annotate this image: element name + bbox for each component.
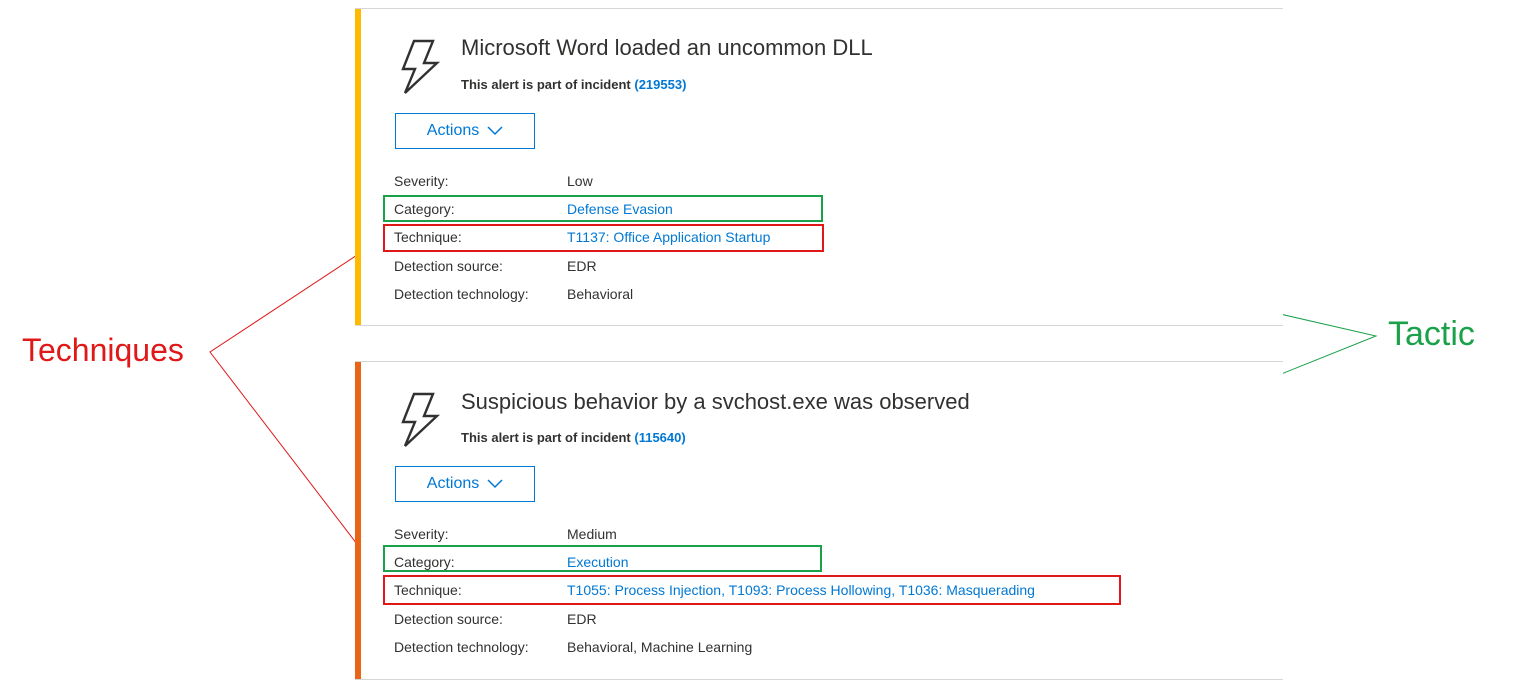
incident-reference: This alert is part of incident (115640) xyxy=(461,430,686,445)
chevron-down-icon xyxy=(487,479,503,489)
incident-reference: This alert is part of incident (219553) xyxy=(461,77,686,92)
actions-button[interactable]: Actions xyxy=(395,466,535,502)
technique-row: Technique: T1055: Process Injection, T10… xyxy=(394,579,1274,601)
technique-link[interactable]: T1137: Office Application Startup xyxy=(567,226,770,248)
category-row: Category: Execution xyxy=(394,551,1274,573)
category-link[interactable]: Execution xyxy=(567,551,628,573)
detection-technology-row: Detection technology: Behavioral, Machin… xyxy=(394,636,1274,658)
severity-value: Low xyxy=(567,173,593,189)
alert-title[interactable]: Microsoft Word loaded an uncommon DLL xyxy=(461,35,873,61)
detection-source-label: Detection source: xyxy=(394,611,503,627)
severity-label: Severity: xyxy=(394,173,449,189)
incident-prefix: This alert is part of incident xyxy=(461,430,635,445)
lightning-icon xyxy=(401,39,441,94)
detection-technology-label: Detection technology: xyxy=(394,639,529,655)
severity-value: Medium xyxy=(567,526,617,542)
severity-accent-bar xyxy=(355,9,361,325)
detection-technology-row: Detection technology: Behavioral xyxy=(394,283,1274,305)
incident-link[interactable]: (115640) xyxy=(634,430,685,445)
severity-label: Severity: xyxy=(394,526,449,542)
alert-title[interactable]: Suspicious behavior by a svchost.exe was… xyxy=(461,389,970,415)
severity-accent-bar xyxy=(355,362,361,679)
lightning-icon xyxy=(401,392,441,447)
alert-card: Microsoft Word loaded an uncommon DLL Th… xyxy=(355,8,1283,326)
actions-label: Actions xyxy=(426,122,480,139)
chevron-down-icon xyxy=(487,126,503,136)
incident-link[interactable]: (219553) xyxy=(634,77,686,92)
category-label: Category: xyxy=(394,201,455,217)
detection-source-row: Detection source: EDR xyxy=(394,608,1274,630)
category-row: Category: Defense Evasion xyxy=(394,198,1274,220)
detection-source-label: Detection source: xyxy=(394,258,503,274)
technique-label: Technique: xyxy=(394,582,462,598)
technique-link[interactable]: T1055: Process Injection, T1093: Process… xyxy=(567,579,1035,601)
detection-source-value: EDR xyxy=(567,611,597,627)
actions-label: Actions xyxy=(426,475,480,492)
alert-card: Suspicious behavior by a svchost.exe was… xyxy=(355,361,1283,680)
severity-row: Severity: Low xyxy=(394,170,1274,192)
technique-label: Technique: xyxy=(394,229,462,245)
tactic-annotation: Tactic xyxy=(1388,315,1475,353)
detection-source-row: Detection source: EDR xyxy=(394,255,1274,277)
techniques-annotation: Techniques xyxy=(22,332,184,368)
detection-technology-value: Behavioral, Machine Learning xyxy=(567,639,753,655)
incident-prefix: This alert is part of incident xyxy=(461,77,635,92)
detection-technology-label: Detection technology: xyxy=(394,286,529,302)
technique-row: Technique: T1137: Office Application Sta… xyxy=(394,226,1274,248)
detection-source-value: EDR xyxy=(567,258,597,274)
detection-technology-value: Behavioral xyxy=(567,286,634,302)
severity-row: Severity: Medium xyxy=(394,523,1274,545)
category-label: Category: xyxy=(394,554,455,570)
category-link[interactable]: Defense Evasion xyxy=(567,198,673,220)
actions-button[interactable]: Actions xyxy=(395,113,535,149)
